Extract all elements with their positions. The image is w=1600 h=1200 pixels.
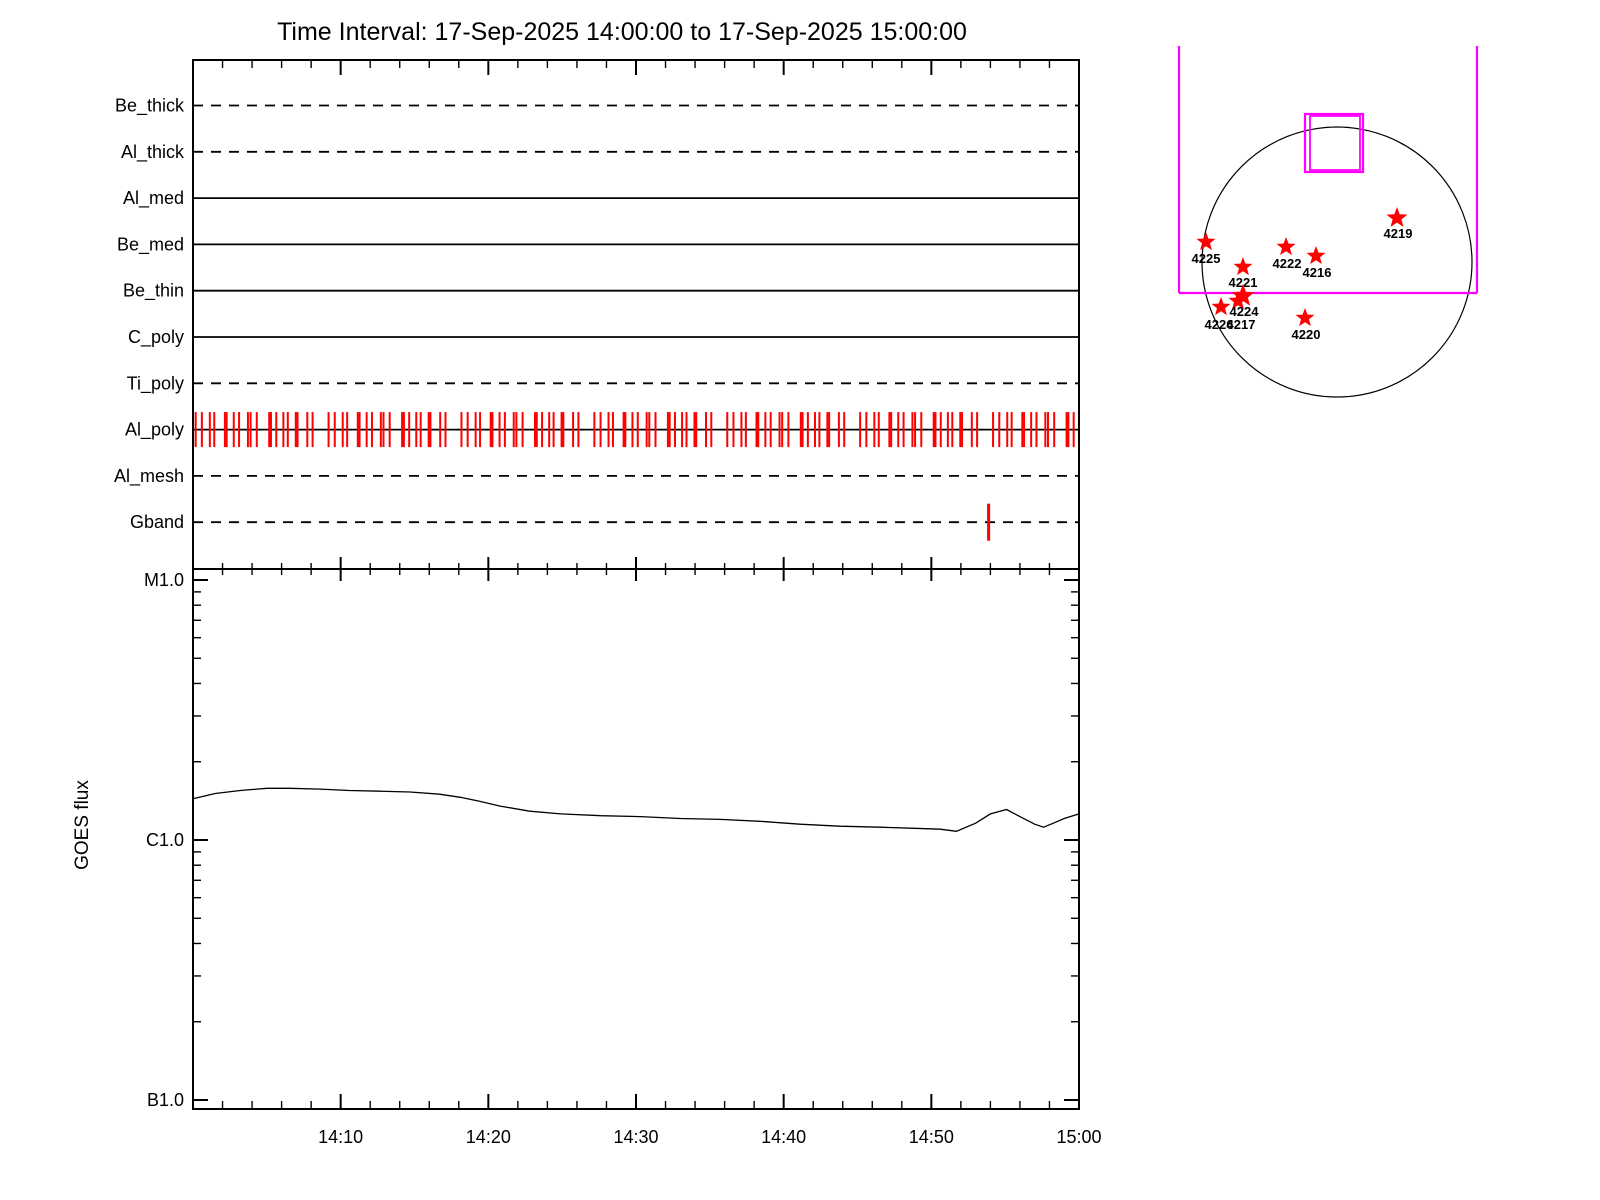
active-region-star-4226 (1211, 297, 1231, 316)
active-region-star-4225 (1196, 232, 1216, 251)
plot-scene: Time Interval: 17-Sep-2025 14:00:00 to 1… (72, 18, 1479, 1147)
channel-label-be_thick: Be_thick (115, 96, 185, 117)
goes-xtick-label: 14:20 (466, 1127, 511, 1147)
goes-xtick-label: 14:30 (613, 1127, 658, 1147)
active-region-label-4224: 4224 (1230, 304, 1260, 319)
active-region-label-4226: 4226 (1205, 317, 1234, 332)
active-region-star-4222 (1276, 237, 1296, 256)
active-region-label-4222: 4222 (1273, 256, 1302, 271)
channel-label-al_thick: Al_thick (121, 142, 185, 163)
goes-xtick-label: 14:50 (909, 1127, 954, 1147)
active-region-markers: 422542214222421642194217422442264220 (1192, 207, 1413, 342)
goes-flux-curve (192, 787, 1080, 832)
active-region-label-4225: 4225 (1192, 251, 1221, 266)
active-region-label-4220: 4220 (1292, 327, 1321, 342)
goes-y-axis-title: GOES flux (72, 780, 93, 870)
channel-label-c_poly: C_poly (128, 327, 184, 348)
goes-xtick-label: 14:40 (761, 1127, 806, 1147)
active-region-star-4220 (1295, 308, 1315, 327)
goes-flux-panel: GOES flux M1.0C1.0B1.0 14:10 14:20 14:30 14… (72, 568, 1102, 1147)
active-region-label-4216: 4216 (1303, 265, 1332, 280)
channel-label-gband: Gband (130, 512, 184, 532)
goes-y-ticks: M1.0 C1.0 B1.0 (144, 570, 1079, 1110)
goes-ytick-label-b1.0: B1.0 (147, 1090, 184, 1110)
active-region-star-4219 (1386, 207, 1408, 227)
sub-fov-box-inner (1309, 115, 1361, 171)
page-title: Time Interval: 17-Sep-2025 14:00:00 to 1… (277, 18, 967, 46)
goes-panel-border (192, 568, 1080, 1110)
channel-label-be_thin: Be_thin (123, 281, 184, 302)
filter-channel-rows: Be_thick Al_thick Al_med Be_med Be_thin C_pol… (114, 96, 1079, 532)
xrt-planning-screen: Time Interval: 17-Sep-2025 14:00:00 to 1… (0, 0, 1600, 1200)
channel-label-ti_poly: Ti_poly (127, 373, 184, 394)
goes-ytick-label-c1.0: C1.0 (146, 830, 184, 850)
solar-map: 422542214222421642194217422442264220 (1177, 46, 1479, 398)
goes-ytick-label-m1.0: M1.0 (144, 570, 184, 590)
channel-label-al_mesh: Al_mesh (114, 466, 184, 487)
goes-xtick-label: 14:10 (318, 1127, 363, 1147)
active-region-star-4216 (1306, 246, 1326, 265)
active-region-star-4221 (1233, 257, 1253, 276)
timeline-panel-border (192, 59, 1080, 570)
channel-label-be_med: Be_med (117, 234, 184, 255)
channel-label-al_poly: Al_poly (125, 420, 184, 441)
goes-x-ticks: 14:10 14:20 14:30 14:40 14:50 15:00 (318, 1127, 1101, 1147)
timeline-time-ticks (192, 60, 1080, 1109)
timeline-panel: Be_thick Al_thick Al_med Be_med Be_thin C_pol… (114, 59, 1080, 1109)
active-region-label-4219: 4219 (1384, 226, 1413, 241)
channel-label-al_med: Al_med (123, 188, 184, 209)
sub-fov-box-outer (1303, 112, 1365, 174)
goes-xtick-label: 15:00 (1056, 1127, 1101, 1147)
